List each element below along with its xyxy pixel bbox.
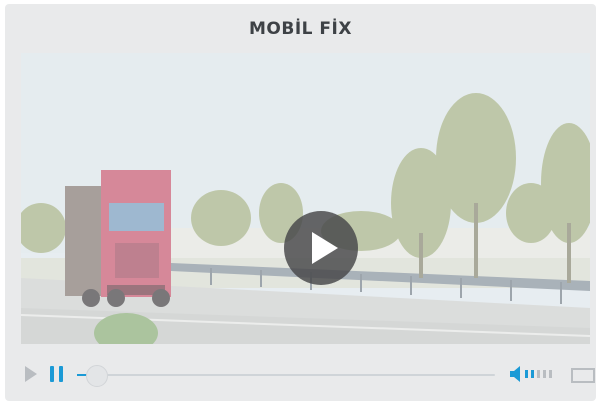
fullscreen-button[interactable] bbox=[571, 368, 595, 388]
volume-level-bar bbox=[549, 370, 552, 378]
video-frame[interactable] bbox=[21, 53, 590, 344]
pause-icon bbox=[50, 366, 63, 382]
progress-thumb[interactable] bbox=[86, 365, 108, 387]
volume-level-bar bbox=[531, 370, 534, 378]
progress-track[interactable] bbox=[77, 374, 495, 376]
volume-level-bar bbox=[537, 370, 540, 378]
play-button[interactable] bbox=[24, 365, 38, 387]
big-play-button[interactable] bbox=[284, 211, 358, 285]
video-still bbox=[21, 53, 590, 344]
play-icon bbox=[25, 366, 37, 382]
volume-icon bbox=[510, 366, 552, 382]
video-player-card: MOBİL FİX bbox=[5, 4, 596, 401]
fullscreen-icon bbox=[571, 368, 595, 383]
volume-level-bar bbox=[525, 370, 528, 378]
volume-control[interactable] bbox=[509, 366, 561, 386]
pause-button[interactable] bbox=[49, 365, 65, 387]
player-title: MOBİL FİX bbox=[249, 19, 352, 39]
volume-level-bar bbox=[543, 370, 546, 378]
control-bar bbox=[21, 359, 596, 389]
play-icon bbox=[312, 232, 338, 264]
